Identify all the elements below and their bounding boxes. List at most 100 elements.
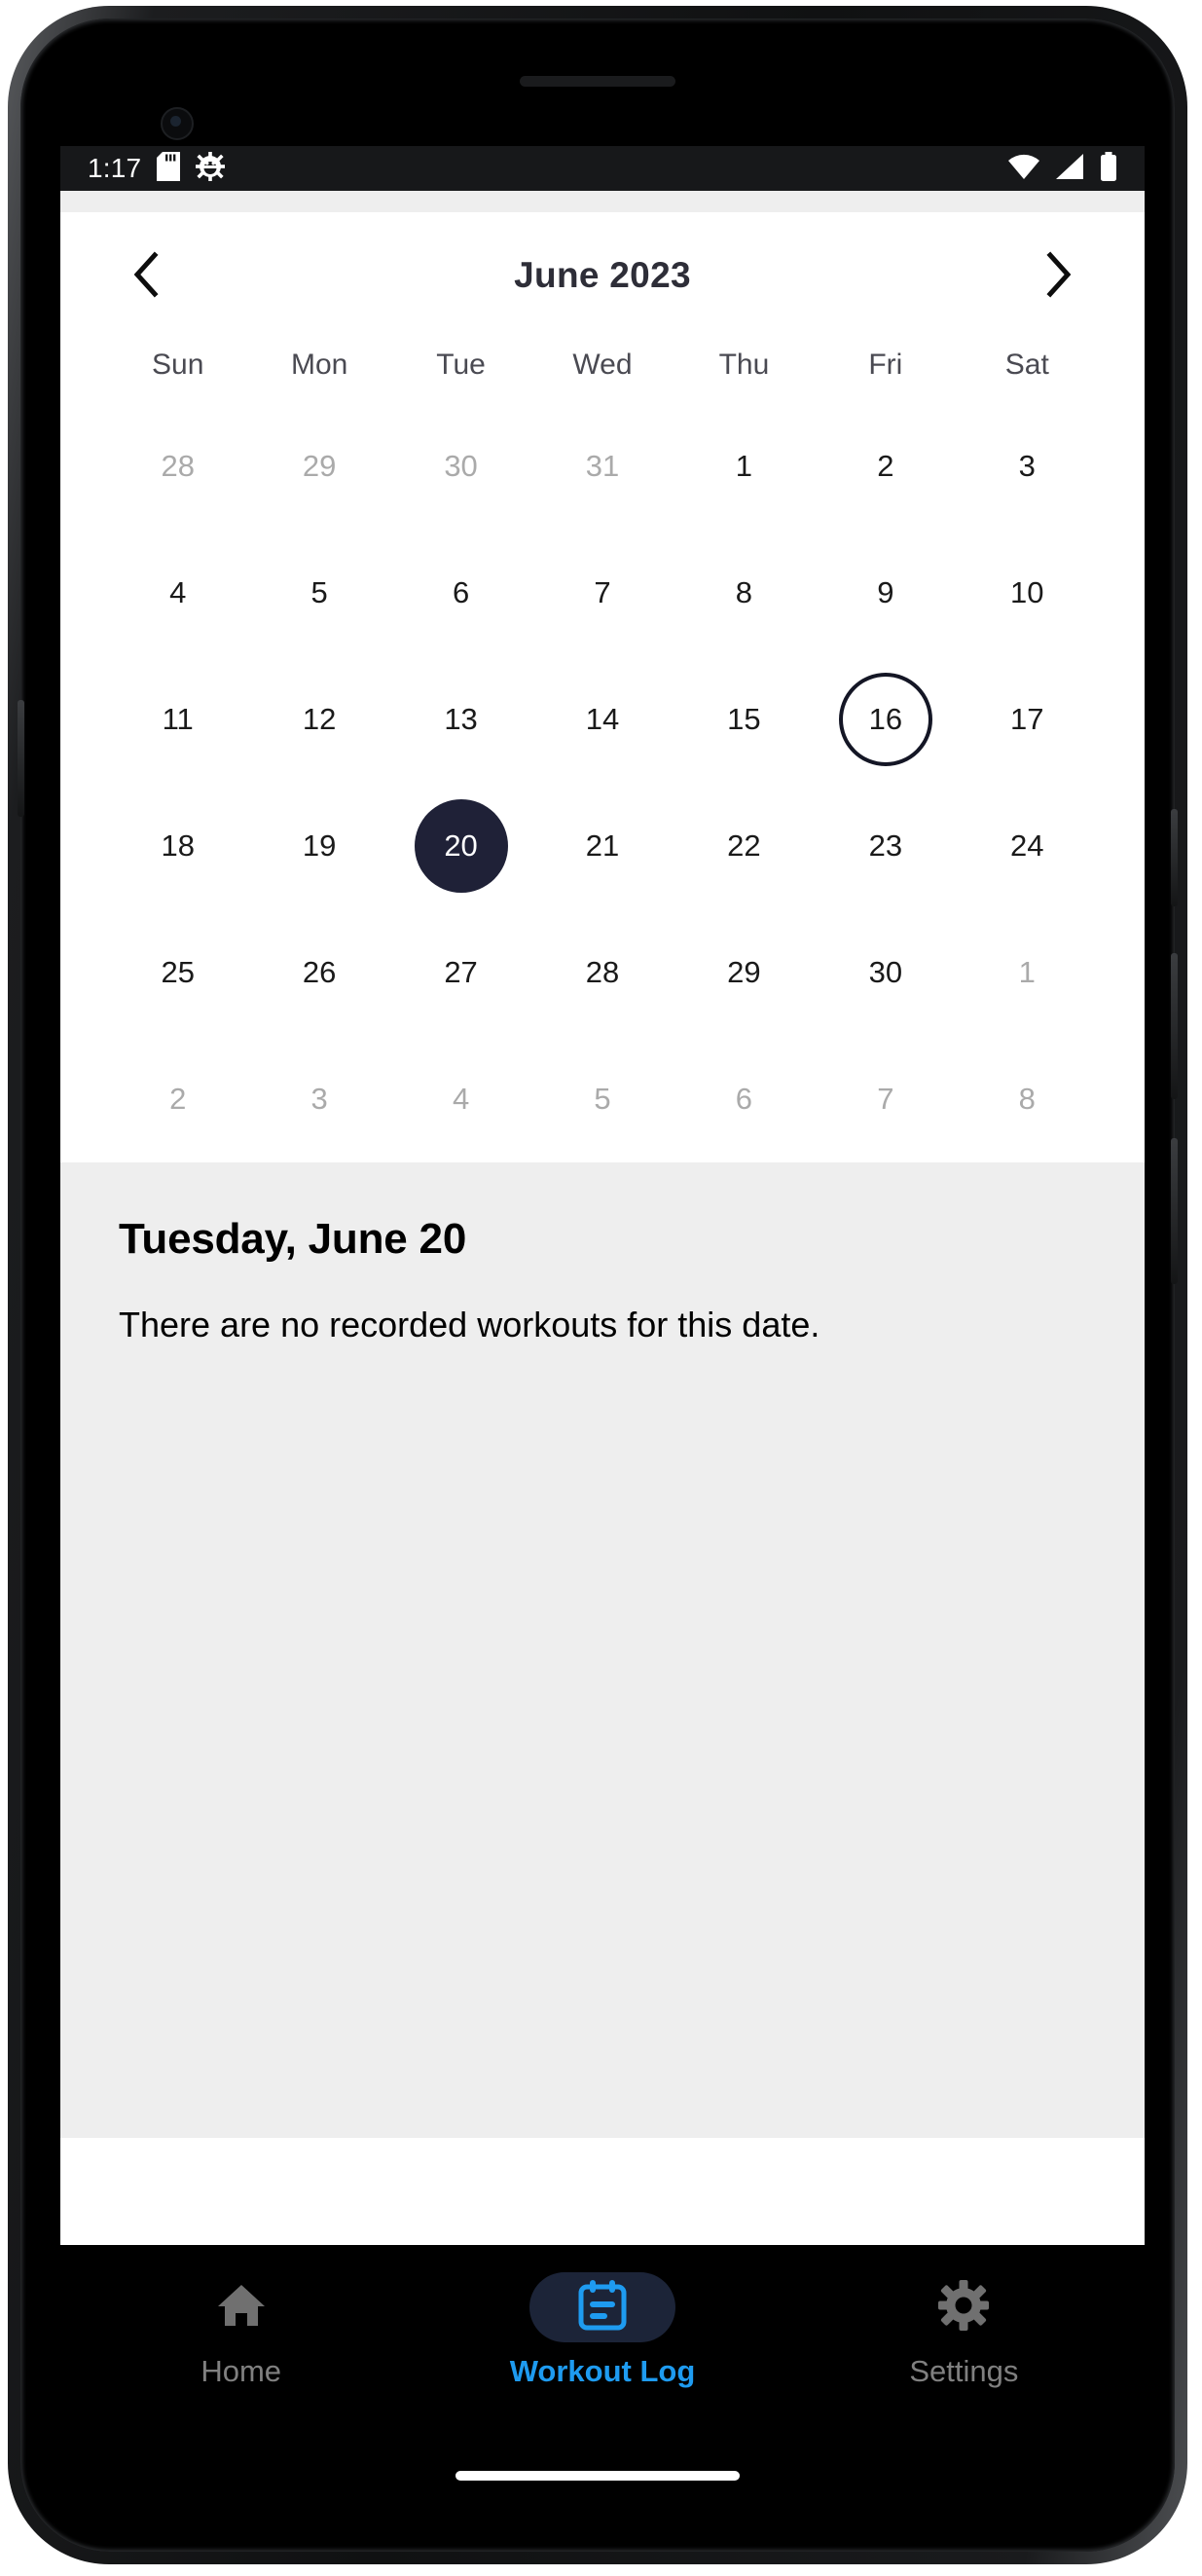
calendar-day-cell[interactable]: 9: [815, 530, 956, 656]
chevron-right-icon: [1044, 250, 1074, 301]
nav-item-settings[interactable]: Settings: [783, 2272, 1145, 2389]
calendar-day-cell[interactable]: 31: [531, 403, 673, 530]
nav-item-workout-log[interactable]: Workout Log: [421, 2272, 783, 2389]
calendar-day-number: 4: [169, 575, 187, 609]
calendar-day-cell[interactable]: 12: [248, 656, 389, 783]
android-debug-icon: [196, 151, 226, 186]
calendar-day-cell[interactable]: 26: [248, 909, 389, 1036]
calendar-day-cell[interactable]: 30: [390, 403, 531, 530]
calendar-day-number: 18: [161, 828, 195, 863]
volume-button-left[interactable]: [18, 700, 24, 817]
volume-down-button[interactable]: [1171, 1138, 1178, 1284]
calendar-days-grid: 28 29 30 31 1 2 3 4 5 6 7 8 9 10 11 12 13 14 15 16 17 18 19 20 2…: [80, 403, 1125, 1162]
nav-home-icon-pill: [168, 2272, 314, 2342]
power-button[interactable]: [1171, 809, 1178, 906]
calendar-day-cell[interactable]: 28: [531, 909, 673, 1036]
calendar-day-number: 31: [585, 449, 620, 483]
calendar-day-number: 27: [444, 955, 478, 989]
calendar-day-cell[interactable]: 19: [248, 783, 389, 909]
calendar-day-cell[interactable]: 16: [815, 656, 956, 783]
calendar-day-cell[interactable]: 7: [531, 530, 673, 656]
calendar-day-cell[interactable]: 8: [674, 530, 815, 656]
calendar-day-cell[interactable]: 8: [957, 1036, 1098, 1162]
calendar-day-cell[interactable]: 18: [107, 783, 248, 909]
volume-up-button[interactable]: [1171, 953, 1178, 1099]
calendar-day-number: 6: [735, 1082, 753, 1116]
calendar-day-cell[interactable]: 1: [957, 909, 1098, 1036]
home-icon: [215, 2281, 268, 2335]
calendar-day-cell[interactable]: 5: [531, 1036, 673, 1162]
calendar-day-cell[interactable]: 2: [815, 403, 956, 530]
calendar-day-cell[interactable]: 29: [674, 909, 815, 1036]
nav-settings-icon-pill: [891, 2272, 1037, 2342]
weekday-label-fri: Fri: [868, 349, 903, 381]
calendar-day-cell[interactable]: 20: [390, 783, 531, 909]
gesture-navigation-bar[interactable]: [455, 2471, 740, 2481]
calendar-day-cell[interactable]: 21: [531, 783, 673, 909]
previous-month-button[interactable]: [121, 250, 171, 301]
gear-icon: [938, 2279, 990, 2336]
calendar-day-number: 12: [302, 702, 337, 736]
nav-item-home[interactable]: Home: [60, 2272, 421, 2389]
calendar-day-number: 23: [868, 828, 903, 863]
calendar-day-number: 14: [585, 702, 620, 736]
calendar-day-number: 29: [302, 449, 337, 483]
calendar-day-cell[interactable]: 5: [248, 530, 389, 656]
calendar-day-cell[interactable]: 3: [957, 403, 1098, 530]
bottom-navigation-bar: Home Workout Log Settings: [60, 2245, 1145, 2459]
calendar-day-number: 22: [727, 828, 761, 863]
calendar-day-cell[interactable]: 10: [957, 530, 1098, 656]
calendar-day-cell[interactable]: 6: [390, 530, 531, 656]
status-clock: 1:17: [88, 153, 142, 183]
battery-icon: [1100, 151, 1117, 186]
calendar-day-cell[interactable]: 4: [390, 1036, 531, 1162]
selected-date-title: Tuesday, June 20: [119, 1215, 467, 1263]
weekday-label-sun: Sun: [152, 349, 204, 381]
calendar-day-cell[interactable]: 6: [674, 1036, 815, 1162]
front-camera-icon: [161, 107, 194, 140]
calendar-day-cell[interactable]: 4: [107, 530, 248, 656]
calendar-day-number: 30: [868, 955, 903, 989]
top-gray-strip: [60, 191, 1145, 212]
calendar-day-cell[interactable]: 11: [107, 656, 248, 783]
calendar-day-cell[interactable]: 27: [390, 909, 531, 1036]
calendar-day-number: 26: [302, 955, 337, 989]
calendar-day-cell[interactable]: 25: [107, 909, 248, 1036]
calendar-day-number: 30: [444, 449, 478, 483]
calendar-day-cell[interactable]: 1: [674, 403, 815, 530]
calendar-day-cell[interactable]: 29: [248, 403, 389, 530]
calendar-day-number: 28: [161, 449, 195, 483]
calendar-day-cell[interactable]: 23: [815, 783, 956, 909]
calendar-day-number: 29: [727, 955, 761, 989]
nav-label-settings: Settings: [909, 2354, 1019, 2388]
calendar-day-cell[interactable]: 15: [674, 656, 815, 783]
phone-screen: 1:17 June 2023 Sun Mon Tue Wed Thu Fri S…: [29, 27, 1166, 2543]
calendar-day-cell[interactable]: 24: [957, 783, 1098, 909]
calendar-day-cell[interactable]: 17: [957, 656, 1098, 783]
calendar-day-number: 24: [1010, 828, 1044, 863]
calendar-day-cell[interactable]: 28: [107, 403, 248, 530]
workout-log-calendar-icon: [577, 2279, 628, 2337]
status-bar: 1:17: [60, 146, 1145, 191]
calendar-day-cell[interactable]: 30: [815, 909, 956, 1036]
calendar-day-cell[interactable]: 13: [390, 656, 531, 783]
calendar-day-number: 7: [594, 575, 611, 609]
weekday-label-sat: Sat: [1004, 349, 1049, 381]
status-bar-right-group: [1008, 151, 1117, 186]
calendar-day-cell[interactable]: 2: [107, 1036, 248, 1162]
calendar-day-number: 11: [162, 702, 194, 736]
calendar-day-number: 20: [414, 799, 508, 893]
calendar-card: June 2023 Sun Mon Tue Wed Thu Fri Sat 28 29 30 31…: [60, 212, 1145, 1162]
next-month-button[interactable]: [1034, 250, 1084, 301]
calendar-day-cell[interactable]: 3: [248, 1036, 389, 1162]
calendar-day-number: 3: [310, 1082, 328, 1116]
calendar-day-cell[interactable]: 14: [531, 656, 673, 783]
calendar-day-number: 2: [877, 449, 894, 483]
earpiece-speaker: [520, 76, 675, 87]
weekday-header-row: Sun Mon Tue Wed Thu Fri Sat: [80, 349, 1125, 382]
calendar-day-cell[interactable]: 22: [674, 783, 815, 909]
sd-card-icon: [157, 151, 181, 186]
calendar-day-number: 21: [585, 828, 620, 863]
calendar-day-cell[interactable]: 7: [815, 1036, 956, 1162]
calendar-day-number: 6: [452, 575, 470, 609]
